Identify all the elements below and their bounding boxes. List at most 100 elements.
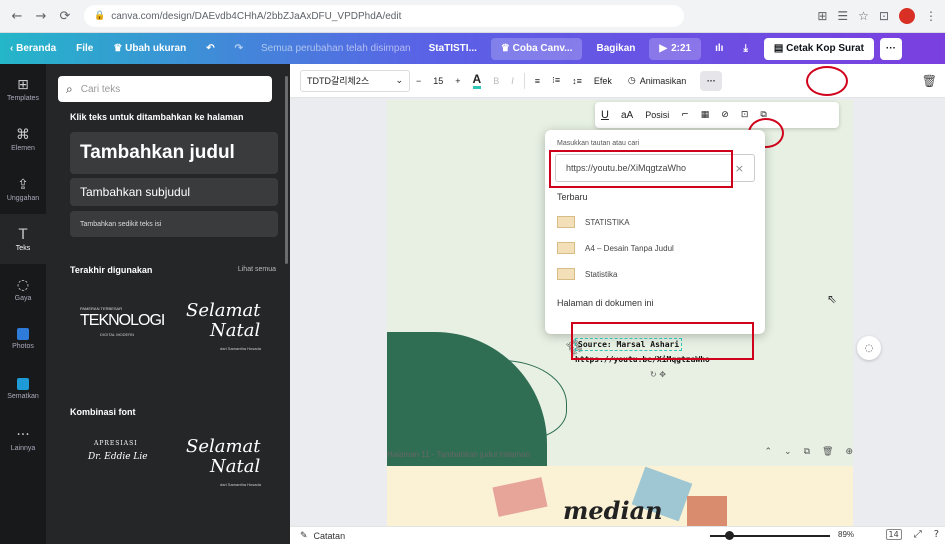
font-size-decrease[interactable]: − xyxy=(416,76,421,86)
rail-text[interactable]: T Teks xyxy=(0,214,46,264)
text-color-button[interactable]: A xyxy=(472,72,482,89)
see-all-link[interactable]: Lihat semua xyxy=(238,266,276,273)
recent-item[interactable]: Statistika xyxy=(557,268,617,280)
home-button[interactable]: ‹ Beranda xyxy=(0,43,66,54)
paint-format-icon[interactable]: ⌐ xyxy=(681,110,689,120)
share-button[interactable]: Bagikan xyxy=(586,43,645,54)
recent-item[interactable]: STATISTIKA xyxy=(557,216,630,228)
zoom-slider-thumb[interactable] xyxy=(725,531,735,540)
transparency-icon[interactable]: ▦ xyxy=(701,110,710,120)
rail-label: Photos xyxy=(12,343,34,350)
recent-item-label: STATISTIKA xyxy=(585,217,630,227)
font-thumbnail-christmas[interactable]: Selamat Natal dari Samantha Hosada xyxy=(176,296,276,366)
forward-icon[interactable]: → xyxy=(32,7,50,25)
panel-scrollbar[interactable] xyxy=(285,76,288,264)
font-size-increase[interactable]: + xyxy=(455,76,460,86)
thumb-text: dari Samantha Hosada xyxy=(220,346,261,351)
reload-icon[interactable]: ⟳ xyxy=(56,7,74,25)
rotate-move-controls[interactable]: ↻ ✥ xyxy=(650,370,666,379)
redo-button[interactable]: ↷ xyxy=(225,43,253,54)
click-hint: Klik teks untuk ditambahkan ke halaman xyxy=(70,112,244,122)
bold-button[interactable]: B xyxy=(493,76,499,86)
reading-list-icon[interactable]: ☰ xyxy=(837,9,848,23)
notes-label: Catatan xyxy=(313,530,346,541)
browser-menu-icon[interactable]: ⋮ xyxy=(925,9,937,23)
back-icon[interactable]: ← xyxy=(8,7,26,25)
project-title[interactable]: StaTISTI... xyxy=(419,43,487,54)
rail-templates[interactable]: ⊞ Templates xyxy=(0,64,46,114)
profile-avatar[interactable] xyxy=(899,8,915,24)
thumb-text: Natal xyxy=(210,456,261,477)
trash-icon[interactable]: 🗑 xyxy=(922,74,937,88)
add-body-text-button[interactable]: Tambahkan sedikit teks isi xyxy=(70,211,278,237)
undo-button[interactable]: ↶ xyxy=(196,43,224,54)
extension-icon[interactable]: ⊞ xyxy=(817,9,827,23)
font-family-select[interactable]: TDTD갈리체2스 ⌄ xyxy=(300,69,410,92)
add-subheading-button[interactable]: Tambahkan subjudul xyxy=(70,178,278,206)
page-up-icon[interactable]: ⌃ xyxy=(764,447,772,457)
page-11-canvas[interactable]: median xyxy=(387,466,853,528)
spacing-icon[interactable]: ↕≡ xyxy=(572,76,582,86)
help-icon[interactable]: ? xyxy=(934,529,939,540)
rail-label: Gaya xyxy=(14,294,32,302)
address-bar[interactable]: 🔒 canva.com/design/DAEvdb4CHhA/2bbZJaAxD… xyxy=(84,5,684,27)
insights-icon[interactable]: ılı xyxy=(705,43,733,54)
rail-embed[interactable]: Sematkan xyxy=(0,364,46,414)
upload-icon: ⇪ xyxy=(17,176,29,193)
lock-icon[interactable]: ⊡ xyxy=(741,110,749,120)
print-button[interactable]: ▤ Cetak Kop Surat xyxy=(763,37,874,60)
duplicate-page-icon[interactable]: ⧉ xyxy=(804,447,810,457)
font-size-value[interactable]: 15 xyxy=(433,76,443,86)
try-pro-button[interactable]: ♛ Coba Canv... xyxy=(490,37,583,60)
rail-uploads[interactable]: ⇪ Unggahan xyxy=(0,164,46,214)
rail-styles[interactable]: ◌ Gaya xyxy=(0,264,46,314)
add-heading-button[interactable]: Tambahkan judul xyxy=(70,132,278,174)
animate-button[interactable]: ◷ Animasikan xyxy=(628,75,686,86)
file-menu[interactable]: File xyxy=(66,43,103,54)
position-button[interactable]: Posisi xyxy=(645,110,669,120)
decor-outline xyxy=(447,360,567,440)
tab-search-icon[interactable]: ⊡ xyxy=(879,9,889,23)
side-rail: ⊞ Templates ⌘ Elemen ⇪ Unggahan T Teks ◌ Gaya… xyxy=(0,64,46,544)
recent-item-label: Statistika xyxy=(585,269,618,279)
resize-button[interactable]: ♛ Ubah ukuran xyxy=(103,43,196,54)
add-page-icon[interactable]: ⊕ xyxy=(845,447,853,457)
embed-icon xyxy=(17,378,29,390)
effects-button[interactable]: Efek xyxy=(594,76,612,86)
rail-label: Unggahan xyxy=(6,194,40,202)
thumb-text: APRESIASI xyxy=(94,440,138,447)
rail-photos[interactable]: Photos xyxy=(0,314,46,364)
divider xyxy=(523,72,525,89)
clear-icon[interactable]: × xyxy=(735,162,744,175)
notes-button[interactable]: ✎ Catatan xyxy=(300,530,345,541)
zoom-value[interactable]: 89% xyxy=(838,530,854,539)
page-count-icon[interactable]: 14 xyxy=(885,529,902,540)
align-icon[interactable]: ≡ xyxy=(535,76,540,86)
fullscreen-icon[interactable]: ⤢ xyxy=(914,529,922,540)
recent-item[interactable]: A4 – Desain Tanpa Judul xyxy=(557,242,674,254)
font-thumbnail-appreciation[interactable]: APRESIASI Dr. Eddie Lie xyxy=(70,430,170,500)
home-label: Beranda xyxy=(16,43,57,54)
text-search-input[interactable]: ⌕ Cari teks xyxy=(58,76,272,102)
underline-button[interactable]: U xyxy=(601,109,609,121)
rail-elements[interactable]: ⌘ Elemen xyxy=(0,114,46,164)
more-options-button[interactable]: ··· xyxy=(879,37,902,60)
crown-icon: ♛ xyxy=(500,43,513,54)
italic-button[interactable]: I xyxy=(511,76,514,86)
page-title[interactable]: Halaman 11 - Tambahkan judul halaman xyxy=(387,450,530,459)
animate-label: Animasikan xyxy=(639,75,687,86)
delete-page-icon[interactable]: 🗑 xyxy=(822,447,833,457)
rail-more[interactable]: ··· Lainnya xyxy=(0,414,46,464)
comment-icon[interactable]: ◌ xyxy=(857,336,881,360)
list-icon[interactable]: ⁝≡ xyxy=(552,75,560,86)
bookmark-star-icon[interactable]: ☆ xyxy=(858,9,869,23)
font-thumbnail-christmas-2[interactable]: Selamat Natal dari Samantha Hosada xyxy=(176,430,276,500)
letter-case-button[interactable]: aA xyxy=(621,110,633,121)
download-icon[interactable]: ⤓ xyxy=(733,43,757,54)
view-controls: 14 ⤢ ? xyxy=(885,529,939,540)
present-button[interactable]: ▶ 2:21 xyxy=(649,37,702,60)
page-down-icon[interactable]: ⌄ xyxy=(784,447,792,457)
font-thumbnail-technology[interactable]: PAMERAN TERBESAR TEKNOLOGI DIGITAL MODER… xyxy=(70,296,170,366)
more-toolbar-button[interactable]: ··· xyxy=(700,70,723,91)
link-icon[interactable]: ⊘ xyxy=(721,110,729,120)
